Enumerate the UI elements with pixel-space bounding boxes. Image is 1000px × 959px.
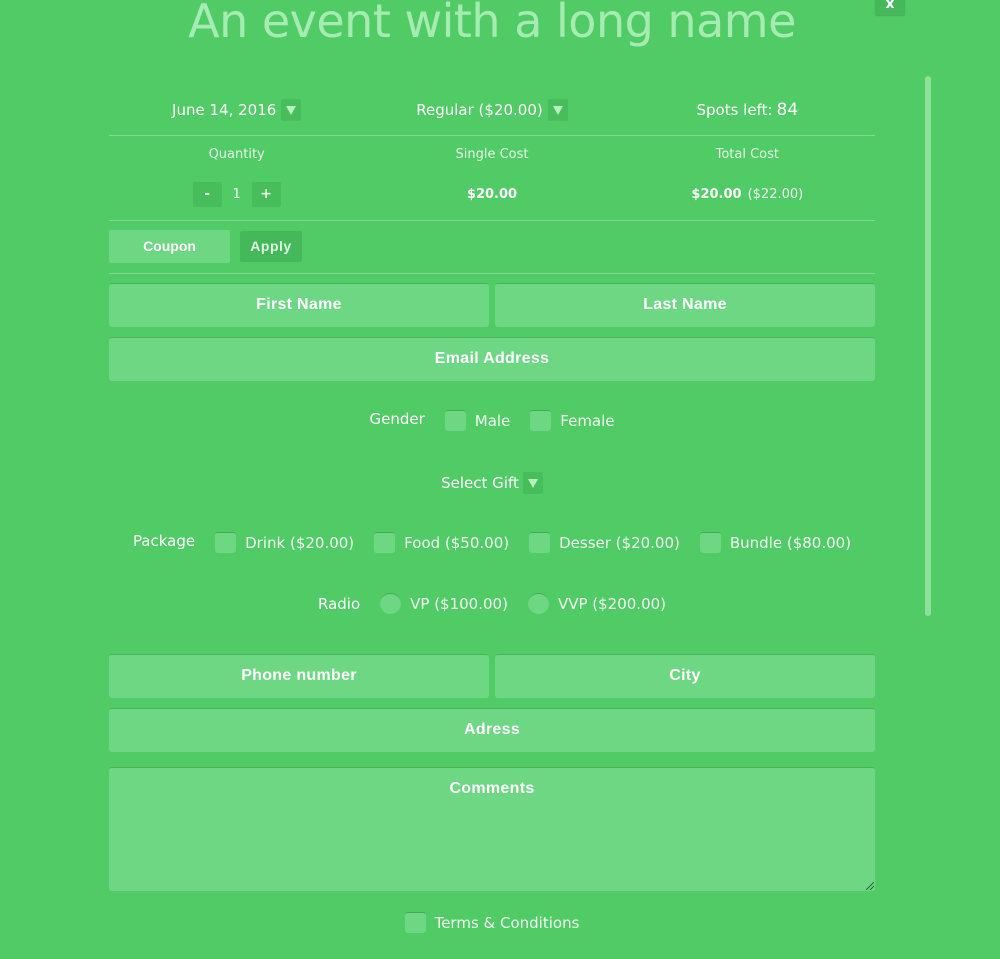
gift-label: Select Gift — [441, 474, 519, 492]
gender-option-male[interactable]: Male — [444, 410, 511, 431]
gender-label: Gender — [369, 409, 425, 428]
package-label: Package — [132, 531, 196, 550]
comments-placeholder: Comments — [449, 780, 535, 797]
dropdown-arrow-icon[interactable] — [281, 99, 302, 121]
total-cost-value: $20.00 — [691, 186, 742, 202]
option-label: Female — [560, 411, 615, 430]
checkbox[interactable] — [699, 532, 721, 553]
checkbox[interactable] — [215, 532, 237, 553]
date-select[interactable]: June 14, 2016 — [109, 99, 364, 121]
checkbox[interactable] — [444, 410, 466, 431]
package-option-dessert[interactable]: Desser ($20.00) — [529, 532, 680, 553]
package-group: Package Drink ($20.00) Food ($50.00) Des… — [109, 532, 875, 553]
gift-select[interactable]: Select Gift — [109, 472, 875, 494]
package-option-drink[interactable]: Drink ($20.00) — [215, 532, 354, 553]
dropdown-arrow-icon[interactable] — [547, 99, 568, 121]
ticket-select[interactable]: Regular ($20.00) — [364, 99, 619, 121]
radio-option-vvp[interactable]: VVP ($200.00) — [527, 593, 667, 614]
total-cost-label: Total Cost — [715, 147, 780, 162]
divider — [109, 220, 875, 221]
option-label: VP ($100.00) — [410, 594, 508, 613]
radio-button[interactable] — [380, 593, 402, 614]
checkbox[interactable] — [530, 410, 552, 431]
option-label: Bundle ($80.00) — [729, 533, 852, 552]
selector-row: June 14, 2016 Regular ($20.00) Spots lef… — [109, 92, 875, 128]
dropdown-arrow-icon[interactable] — [522, 472, 543, 494]
decrement-button[interactable]: - — [192, 181, 222, 207]
spots-left: Spots left: 84 — [620, 100, 875, 120]
email-input[interactable]: Email Address — [109, 337, 875, 381]
divider — [109, 135, 875, 136]
checkbox[interactable] — [404, 912, 426, 933]
total-cost: $20.00 ($22.00) — [620, 187, 875, 202]
resize-handle-icon[interactable] — [866, 882, 874, 890]
option-label: Food ($50.00) — [404, 533, 510, 552]
checkbox[interactable] — [374, 532, 396, 553]
checkbox[interactable] — [529, 532, 551, 553]
quantity-stepper: - 1 + — [109, 181, 364, 207]
option-label: Drink ($20.00) — [245, 533, 355, 552]
total-with-tax: ($22.00) — [747, 186, 804, 202]
package-option-bundle[interactable]: Bundle ($80.00) — [699, 532, 852, 553]
scrollbar[interactable] — [925, 76, 931, 616]
gender-group: Gender Male Female — [109, 410, 875, 431]
event-title: An event with a long name — [188, 0, 796, 48]
cost-values: - 1 + $20.00 $20.00 ($22.00) — [109, 181, 875, 207]
apply-coupon-button[interactable]: Apply — [240, 231, 302, 262]
radio-button[interactable] — [527, 593, 549, 614]
option-label: VVP ($200.00) — [557, 594, 667, 613]
quantity-value: 1 — [232, 186, 241, 202]
package-option-food[interactable]: Food ($50.00) — [374, 532, 509, 553]
last-name-input[interactable]: Last Name — [495, 283, 875, 327]
comments-textarea[interactable]: Comments — [109, 767, 875, 891]
gender-option-female[interactable]: Female — [530, 410, 615, 431]
increment-button[interactable]: + — [251, 181, 281, 207]
single-cost-label: Single Cost — [455, 147, 529, 162]
option-label: Male — [474, 411, 511, 430]
spots-label: Spots left: — [696, 101, 773, 119]
terms-label: Terms & Conditions — [434, 913, 580, 932]
cost-labels: Quantity Single Cost Total Cost — [109, 147, 875, 162]
radio-group: Radio VP ($100.00) VVP ($200.00) — [109, 593, 875, 614]
spots-value: 84 — [776, 100, 799, 120]
single-cost-value: $20.00 — [466, 186, 518, 202]
quantity-label: Quantity — [208, 147, 265, 162]
terms-checkbox-option[interactable]: Terms & Conditions — [404, 912, 580, 933]
divider — [109, 273, 875, 274]
ticket-value: Regular ($20.00) — [416, 101, 543, 119]
coupon-input[interactable]: Coupon — [109, 230, 230, 263]
radio-option-vp[interactable]: VP ($100.00) — [380, 593, 508, 614]
option-label: Desser ($20.00) — [559, 533, 680, 552]
phone-input[interactable]: Phone number — [109, 654, 489, 698]
close-button[interactable]: x — [875, 0, 905, 15]
first-name-input[interactable]: First Name — [109, 283, 489, 327]
address-input[interactable]: Adress — [109, 708, 875, 752]
city-input[interactable]: City — [495, 654, 875, 698]
radio-label: Radio — [317, 594, 361, 613]
date-value: June 14, 2016 — [172, 101, 277, 119]
terms-row: Terms & Conditions — [109, 912, 875, 933]
